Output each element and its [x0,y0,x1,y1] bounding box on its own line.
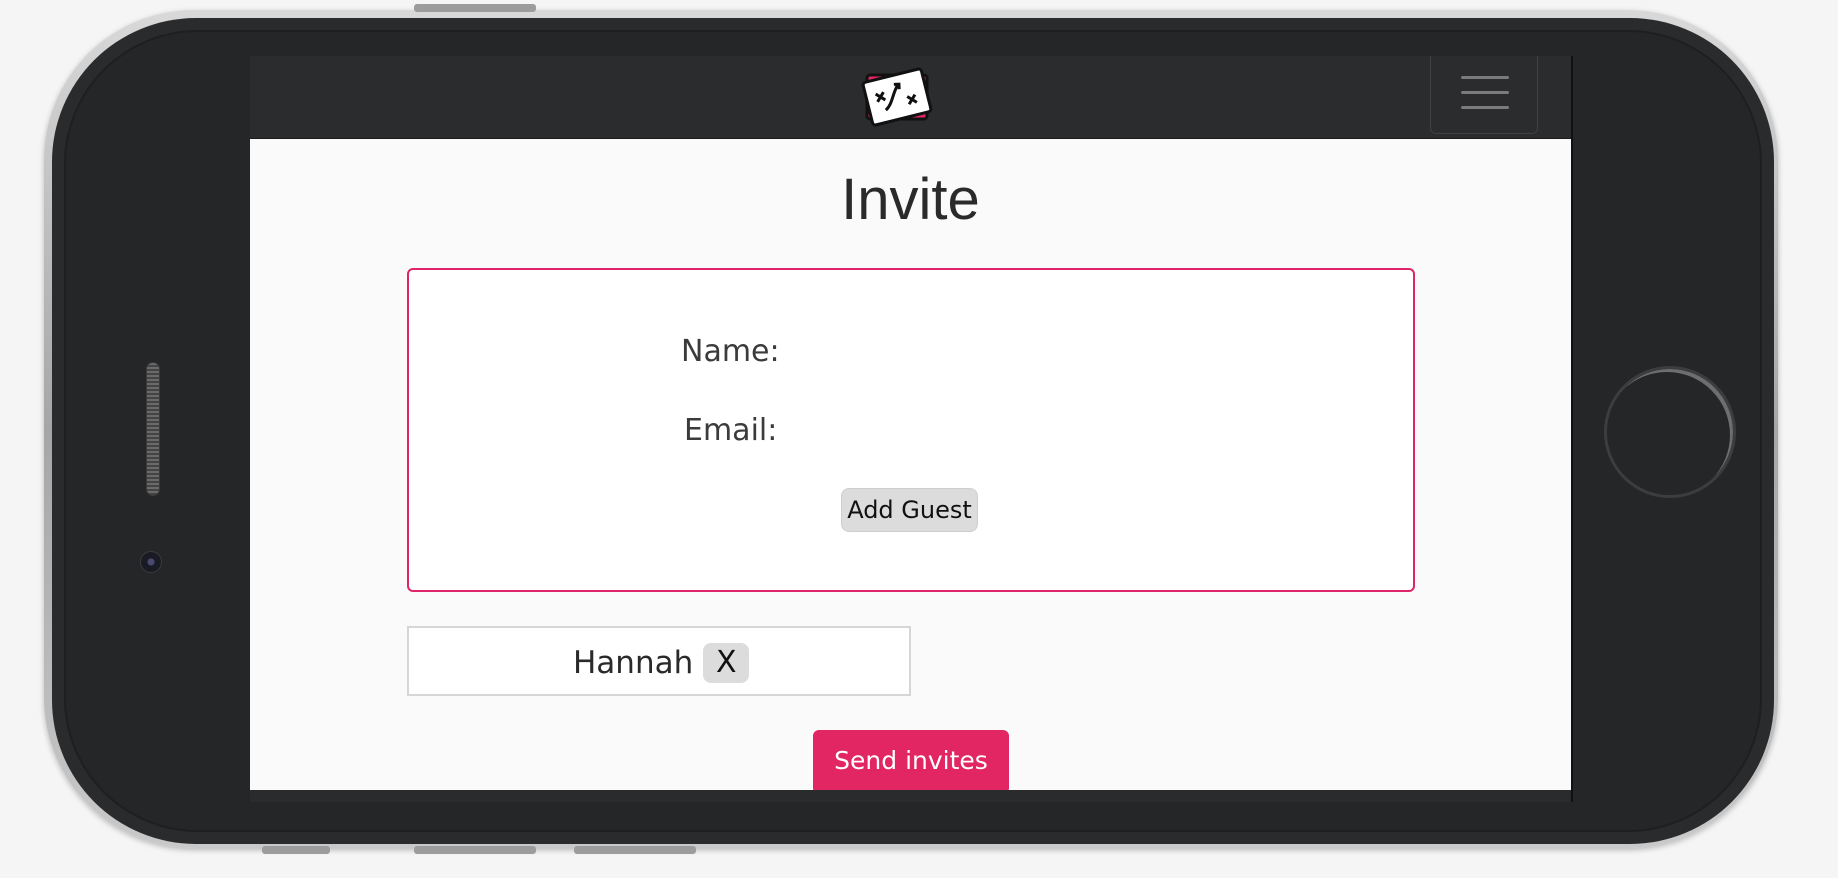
guest-name: Hannah [573,645,694,681]
email-field[interactable] [791,413,1195,455]
hamburger-line [1461,91,1509,94]
hamburger-line [1461,106,1509,109]
app-screen: Invite Name: Email: Add Guest Hannah X S… [250,56,1573,802]
phone-top-button [414,4,536,12]
add-guest-button[interactable]: Add Guest [841,488,978,532]
name-field[interactable] [791,334,1195,376]
page-title: Invite [841,167,980,232]
email-label: Email: [684,413,778,448]
phone-speaker [146,362,160,496]
name-label: Name: [681,334,780,369]
phone-bottom-button-2 [414,846,536,854]
send-invites-button[interactable]: Send invites [813,730,1009,794]
playbook-card-logo-icon[interactable] [860,64,934,130]
phone-camera [140,551,162,573]
invite-form: Name: Email: Add Guest [407,268,1415,592]
phone-home-button[interactable] [1604,366,1736,498]
navbar [250,56,1571,139]
phone-bottom-button-1 [262,846,330,854]
list-item: Hannah X [573,642,750,684]
remove-guest-button[interactable]: X [703,643,750,683]
phone-bottom-button-3 [574,846,696,854]
guest-list: Hannah X [407,626,911,696]
hamburger-menu-button[interactable] [1430,56,1538,134]
screen-bottom-bar [250,790,1571,802]
hamburger-menu-icon [1461,76,1509,79]
